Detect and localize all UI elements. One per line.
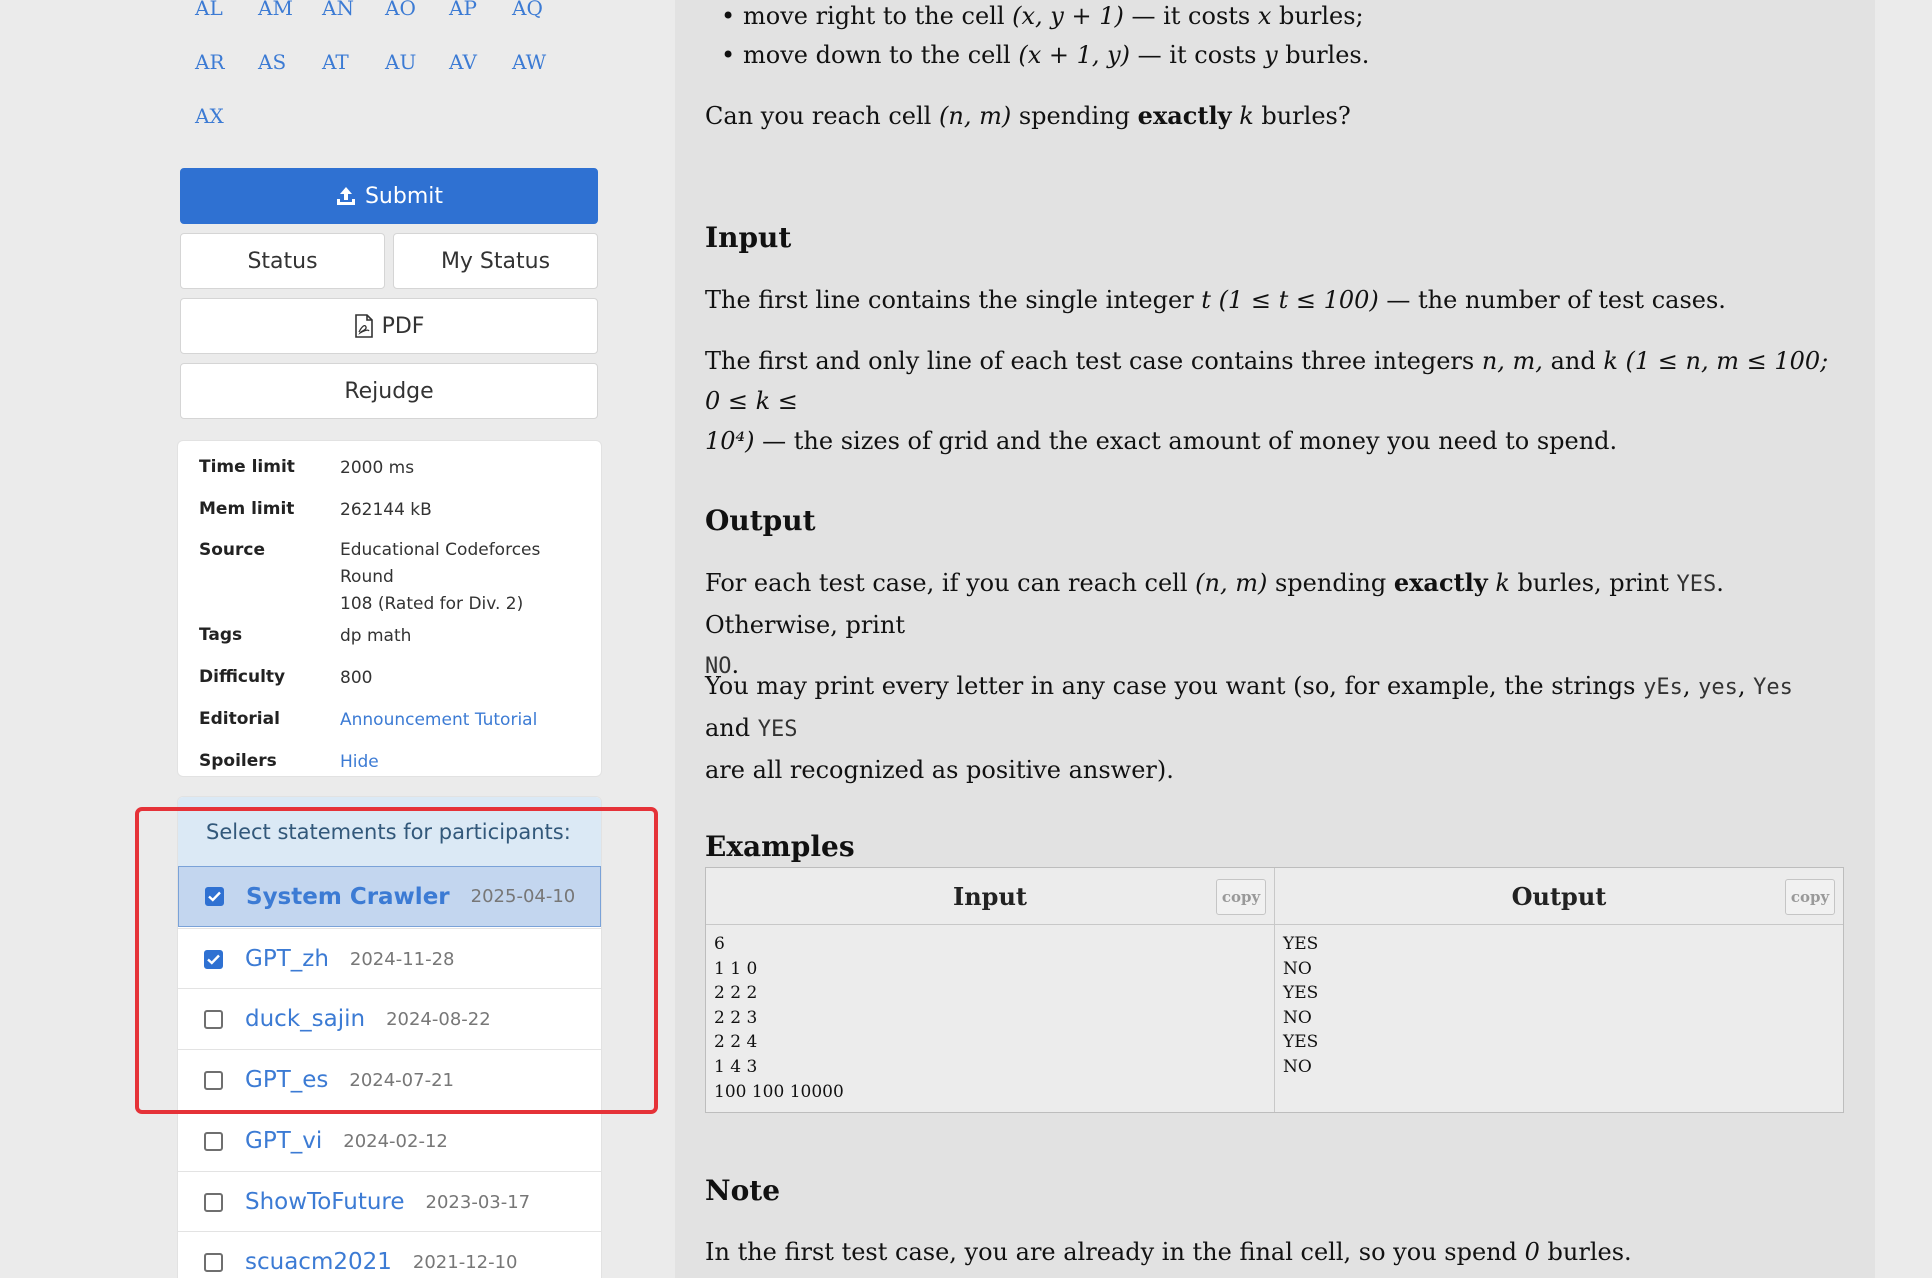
- spoilers-row: Spoilers Hide: [199, 751, 589, 773]
- problem-info-card: Time limit 2000 ms Mem limit 262144 kB S…: [177, 440, 602, 777]
- time-limit-row: Time limit 2000 ms: [199, 457, 589, 479]
- statement-date: 2024-02-12: [343, 1130, 448, 1152]
- note-paragraph-1: In the first test case, you are already …: [705, 1238, 1632, 1266]
- upload-icon: [335, 185, 357, 207]
- status-label: Status: [247, 248, 318, 274]
- spoilers-label: Spoilers: [199, 751, 277, 771]
- editorial-links: Announcement Tutorial: [340, 709, 537, 731]
- time-limit-value: 2000 ms: [340, 458, 415, 478]
- statement-row-showtofuture[interactable]: ShowToFuture 2023-03-17: [178, 1171, 601, 1232]
- problem-link-ao[interactable]: AO: [385, 0, 416, 20]
- statement-checkbox[interactable]: [204, 1192, 223, 1212]
- move-right-bullet: move right to the cell (x, y + 1) — it c…: [721, 0, 1883, 36]
- statement-date: 2023-03-17: [425, 1191, 531, 1213]
- problem-link-aw[interactable]: AW: [512, 50, 546, 74]
- statement-row-gpt-vi[interactable]: GPT_vi 2024-02-12: [178, 1110, 601, 1171]
- right-margin: [1875, 0, 1932, 1278]
- input-paragraph-1: The first line contains the single integ…: [705, 286, 1726, 314]
- example-input-column: Input copy 6 1 1 0 2 2 2 2 2 3 2 2 4 1 4…: [706, 868, 1275, 1112]
- input-section-title: Input: [705, 221, 792, 254]
- example-output-header: Output copy: [1275, 868, 1843, 925]
- spoilers-hide-link[interactable]: Hide: [340, 751, 379, 773]
- pdf-file-icon: [354, 314, 374, 338]
- mem-limit-row: Mem limit 262144 kB: [199, 499, 589, 521]
- mem-limit-label: Mem limit: [199, 499, 295, 519]
- problem-link-av[interactable]: AV: [449, 50, 477, 74]
- problem-link-ar[interactable]: AR: [195, 50, 225, 74]
- difficulty-value: 800: [340, 668, 373, 688]
- mem-limit-value: 262144 kB: [340, 500, 432, 520]
- source-label: Source: [199, 540, 266, 560]
- statement-row-scuacm2021[interactable]: scuacm2021 2021-12-10: [178, 1231, 601, 1278]
- announcement-link[interactable]: Announcement: [340, 710, 469, 730]
- rejudge-button[interactable]: Rejudge: [180, 363, 598, 419]
- source-line-1: Educational Codeforces Round: [340, 540, 541, 587]
- example-input-text: 6 1 1 0 2 2 2 2 2 3 2 2 4 1 4 3 100 100 …: [714, 934, 844, 1102]
- status-button[interactable]: Status: [180, 233, 385, 289]
- rejudge-label: Rejudge: [344, 378, 434, 404]
- editorial-row: Editorial Announcement Tutorial: [199, 709, 589, 731]
- statement-name[interactable]: scuacm2021: [245, 1249, 392, 1275]
- example-input-header: Input copy: [706, 868, 1274, 925]
- statement-date: 2021-12-10: [412, 1251, 518, 1273]
- source-value: Educational Codeforces Round 108 (Rated …: [340, 537, 589, 618]
- math-expression: (x, y + 1): [1012, 2, 1124, 30]
- difficulty-label: Difficulty: [199, 667, 286, 687]
- problem-link-ap[interactable]: AP: [449, 0, 477, 20]
- submit-label: Submit: [364, 183, 444, 209]
- statement-checkbox[interactable]: [204, 1252, 223, 1272]
- sidebar: AL AM AN AO AP AQ AR AS AT AU AV AW AX S…: [0, 0, 675, 1278]
- question-paragraph: Can you reach cell (n, m) spending exact…: [705, 101, 1351, 130]
- examples-table: Input copy 6 1 1 0 2 2 2 2 2 3 2 2 4 1 4…: [705, 867, 1844, 1113]
- tutorial-link[interactable]: Tutorial: [475, 710, 538, 730]
- statement-checkbox[interactable]: [204, 1131, 223, 1151]
- problem-link-au[interactable]: AU: [385, 50, 416, 74]
- input-paragraph-2: The first and only line of each test cas…: [705, 347, 1829, 455]
- source-line-2: 108 (Rated for Div. 2): [340, 594, 524, 614]
- pdf-label: PDF: [381, 313, 425, 339]
- problem-link-at[interactable]: AT: [322, 50, 349, 74]
- example-output-column: Output copy YES NO YES NO YES NO: [1275, 868, 1843, 1112]
- example-output-text: YES NO YES NO YES NO: [1283, 934, 1319, 1077]
- move-down-bullet: move down to the cell (x + 1, y) — it co…: [721, 35, 1883, 75]
- math-expression: (x + 1, y): [1018, 41, 1131, 69]
- problem-link-al[interactable]: AL: [195, 0, 223, 20]
- problem-link-as[interactable]: AS: [258, 50, 286, 74]
- tags-label: Tags: [199, 625, 243, 645]
- my-status-button[interactable]: My Status: [393, 233, 598, 289]
- highlight-annotation-box: [135, 807, 658, 1114]
- tags-row: Tags dp math: [199, 625, 589, 647]
- output-paragraph-2: You may print every letter in any case y…: [705, 672, 1793, 784]
- problem-link-aq[interactable]: AQ: [512, 0, 543, 20]
- tags-value: dp math: [340, 626, 412, 646]
- problem-statement-area: move right to the cell (x, y + 1) — it c…: [675, 0, 1875, 1278]
- copy-input-button[interactable]: copy: [1216, 879, 1266, 915]
- statement-name[interactable]: ShowToFuture: [245, 1189, 405, 1215]
- note-section-title: Note: [705, 1174, 781, 1207]
- editorial-label: Editorial: [199, 709, 280, 729]
- copy-output-button[interactable]: copy: [1785, 879, 1835, 915]
- submit-button[interactable]: Submit: [180, 168, 598, 224]
- my-status-label: My Status: [440, 248, 551, 274]
- time-limit-label: Time limit: [199, 457, 295, 477]
- examples-section-title: Examples: [705, 830, 855, 863]
- statement-name[interactable]: GPT_vi: [245, 1128, 322, 1154]
- problem-link-am[interactable]: AM: [258, 0, 293, 20]
- problem-link-ax[interactable]: AX: [195, 104, 224, 128]
- source-row: Source Educational Codeforces Round 108 …: [199, 537, 589, 618]
- pdf-button[interactable]: PDF: [180, 298, 598, 354]
- output-section-title: Output: [705, 504, 816, 537]
- difficulty-row: Difficulty 800: [199, 667, 589, 689]
- problem-link-an[interactable]: AN: [322, 0, 354, 20]
